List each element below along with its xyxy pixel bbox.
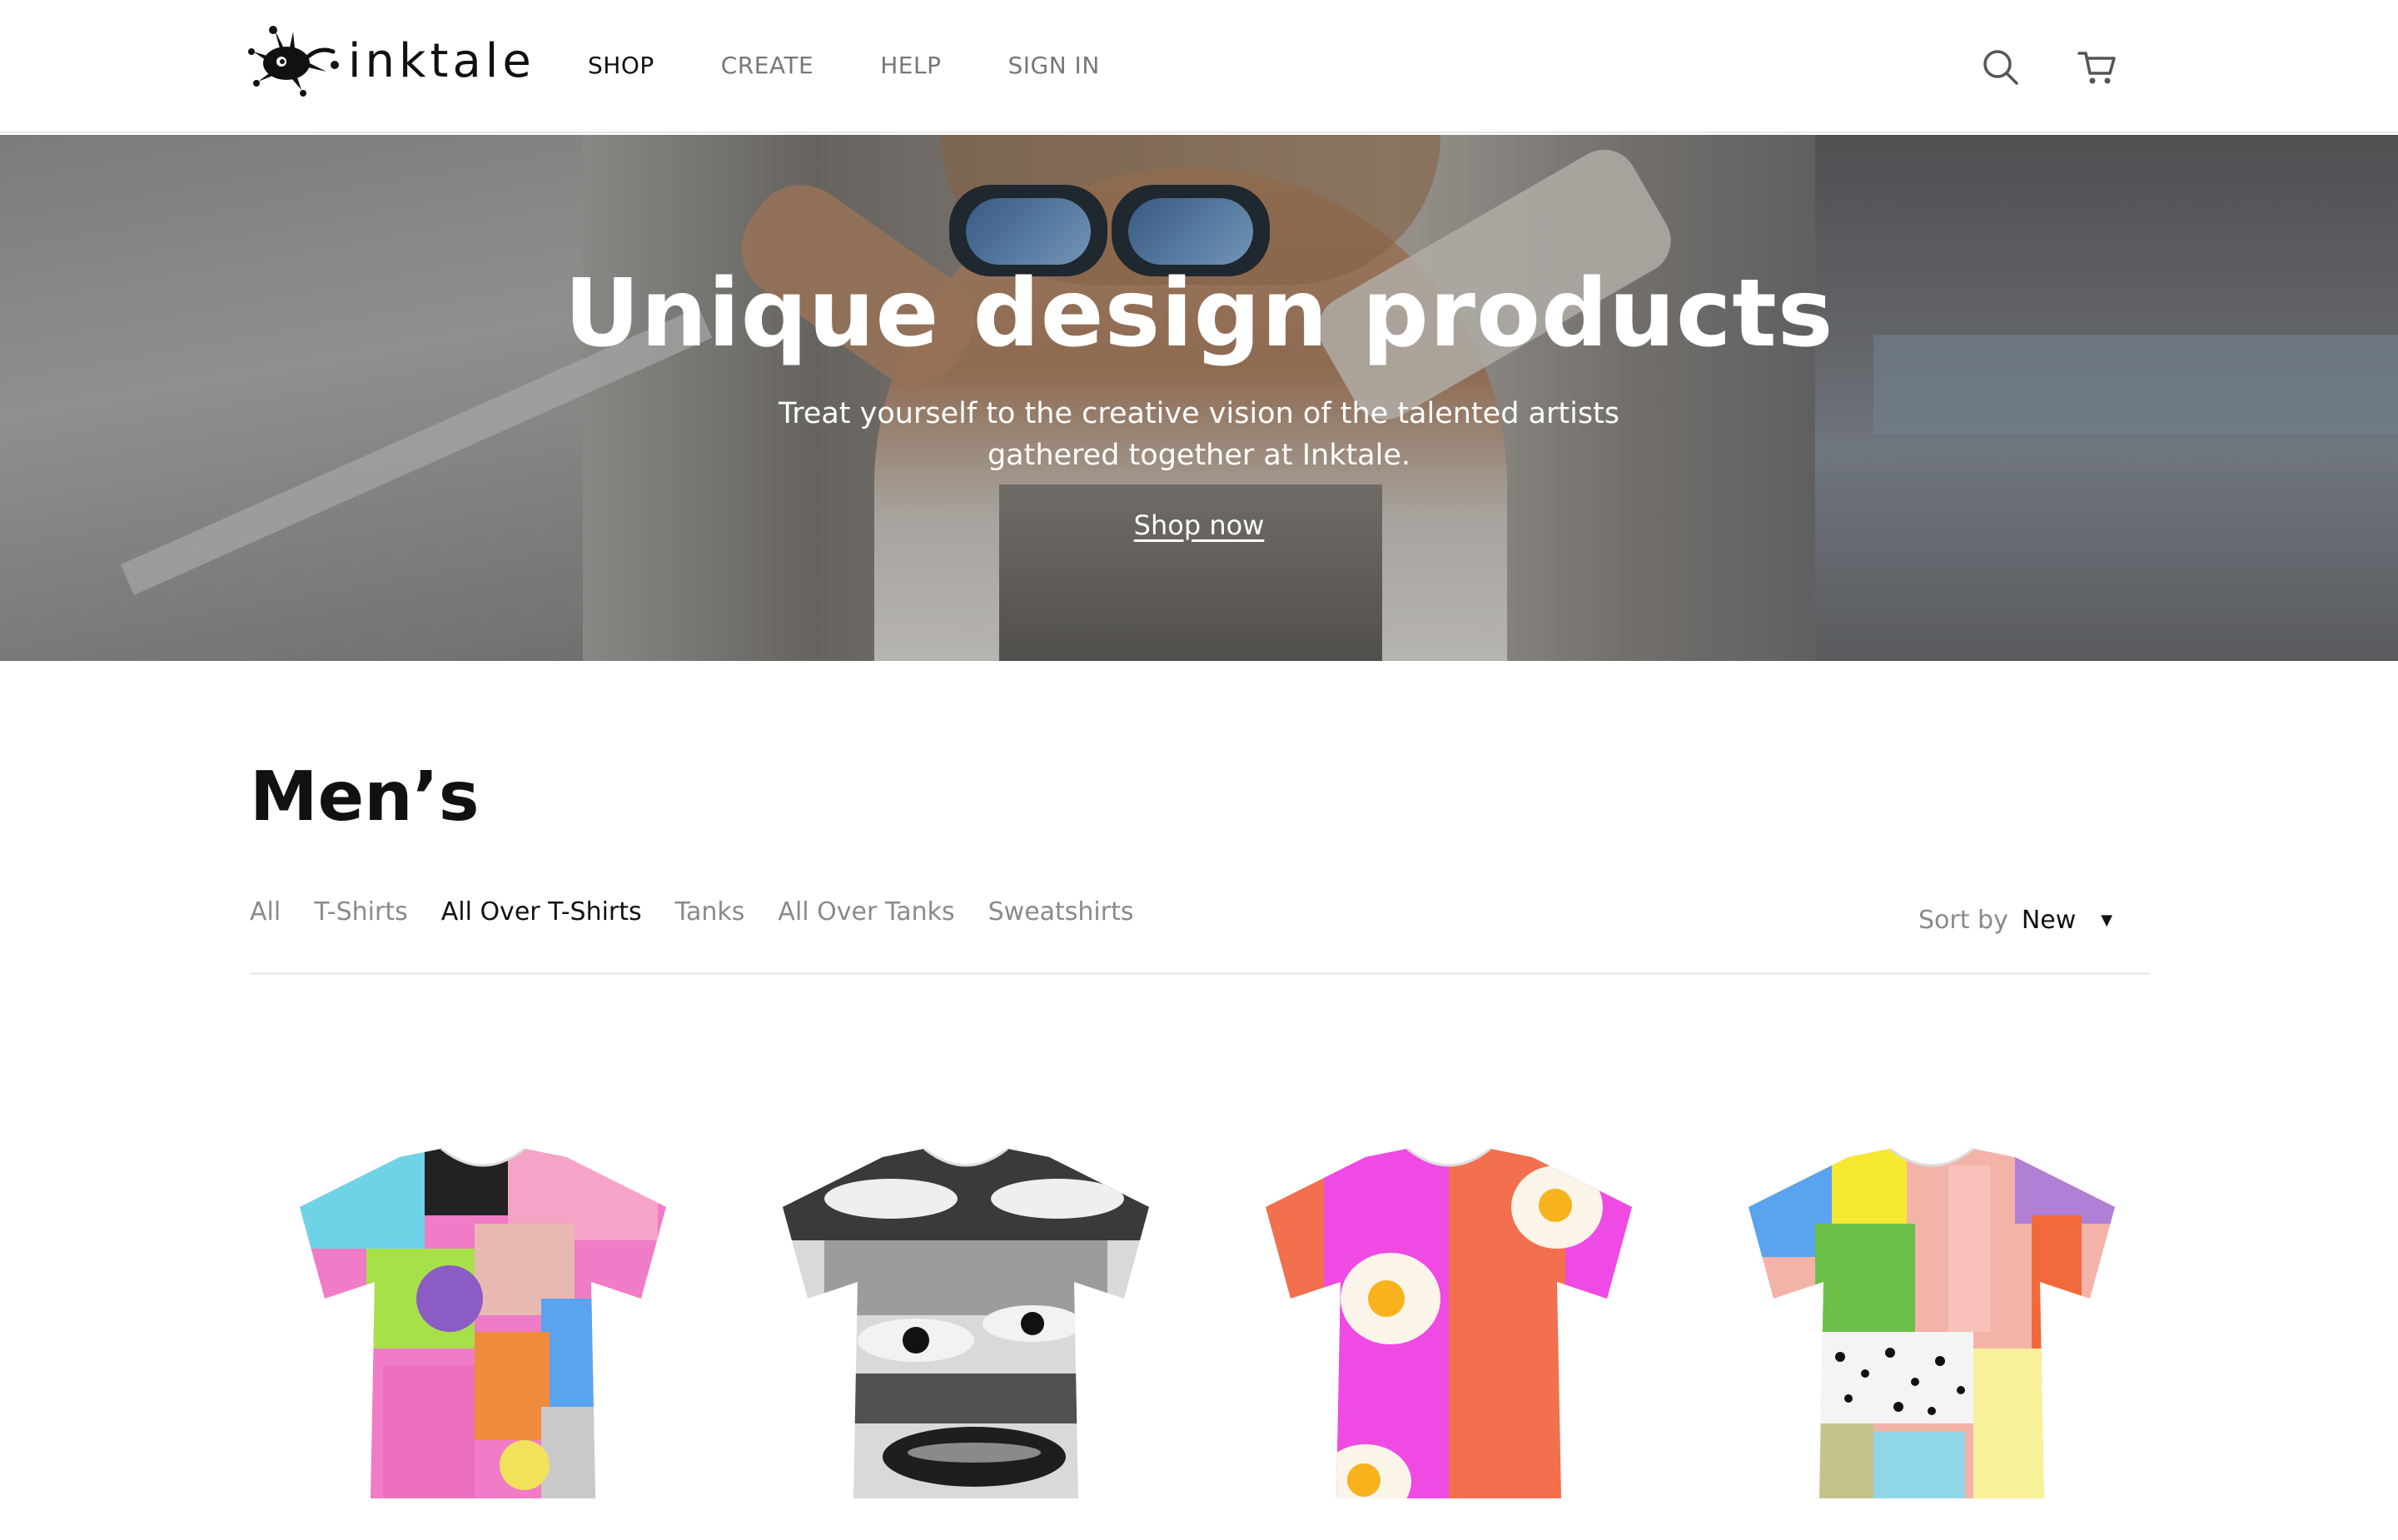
main-nav: SHOP CREATE HELP SIGN IN xyxy=(588,52,1167,79)
product-image-fried-eggs-tshirt xyxy=(1266,1147,1632,1498)
hero-subtitle: Treat yourself to the creative vision of… xyxy=(778,397,1620,472)
filter-all[interactable]: All xyxy=(250,897,281,926)
nav-item-help[interactable]: HELP xyxy=(880,52,941,79)
product-image-color-blocks-tshirt xyxy=(1749,1147,2115,1498)
hero-cta-wrap: Shop now xyxy=(0,509,2398,541)
caret-down-icon: ▼ xyxy=(2101,912,2113,929)
brand-logo[interactable]: inktale xyxy=(246,23,535,98)
sort-label: Sort by xyxy=(1918,906,2008,935)
cart-button[interactable] xyxy=(2077,47,2118,88)
shop-now-link[interactable]: Shop now xyxy=(1134,509,1265,541)
filter-sweatshirts[interactable]: Sweatshirts xyxy=(988,897,1134,926)
sort-dropdown[interactable]: Sort by New ▼ xyxy=(1918,906,2112,935)
filter-tanks[interactable]: Tanks xyxy=(675,897,745,926)
catalog-divider xyxy=(250,972,2150,975)
nav-item-create[interactable]: CREATE xyxy=(721,52,813,79)
search-button[interactable] xyxy=(1980,47,2022,88)
sort-value: New xyxy=(2021,906,2077,935)
hero-banner: Unique design products Treat yourself to… xyxy=(0,135,2398,661)
hero-title: Unique design products xyxy=(564,260,1834,368)
ink-splat-logo-icon xyxy=(248,26,339,97)
product-image-collage-tshirt xyxy=(300,1147,666,1498)
search-icon xyxy=(1983,50,2018,85)
product-grid xyxy=(250,1132,2150,1540)
nav-item-shop[interactable]: SHOP xyxy=(588,52,654,79)
product-image-bw-faces-tshirt xyxy=(783,1147,1149,1498)
section-title: Men’s xyxy=(250,758,480,837)
product-card[interactable] xyxy=(1241,1132,1657,1515)
brand-name: inktale xyxy=(348,33,535,88)
category-filters: All T-Shirts All Over T-Shirts Tanks All… xyxy=(250,897,1167,926)
cart-icon xyxy=(2077,52,2116,84)
product-card[interactable] xyxy=(1724,1132,2140,1515)
site-header: inktale SHOP CREATE HELP SIGN IN xyxy=(0,0,2398,133)
nav-item-sign-in[interactable]: SIGN IN xyxy=(1007,52,1099,79)
filter-t-shirts[interactable]: T-Shirts xyxy=(314,897,408,926)
product-card[interactable] xyxy=(275,1132,691,1515)
filter-all-over-tanks[interactable]: All Over Tanks xyxy=(778,897,954,926)
product-card[interactable] xyxy=(758,1132,1174,1515)
filter-all-over-t-shirts[interactable]: All Over T-Shirts xyxy=(441,897,642,926)
